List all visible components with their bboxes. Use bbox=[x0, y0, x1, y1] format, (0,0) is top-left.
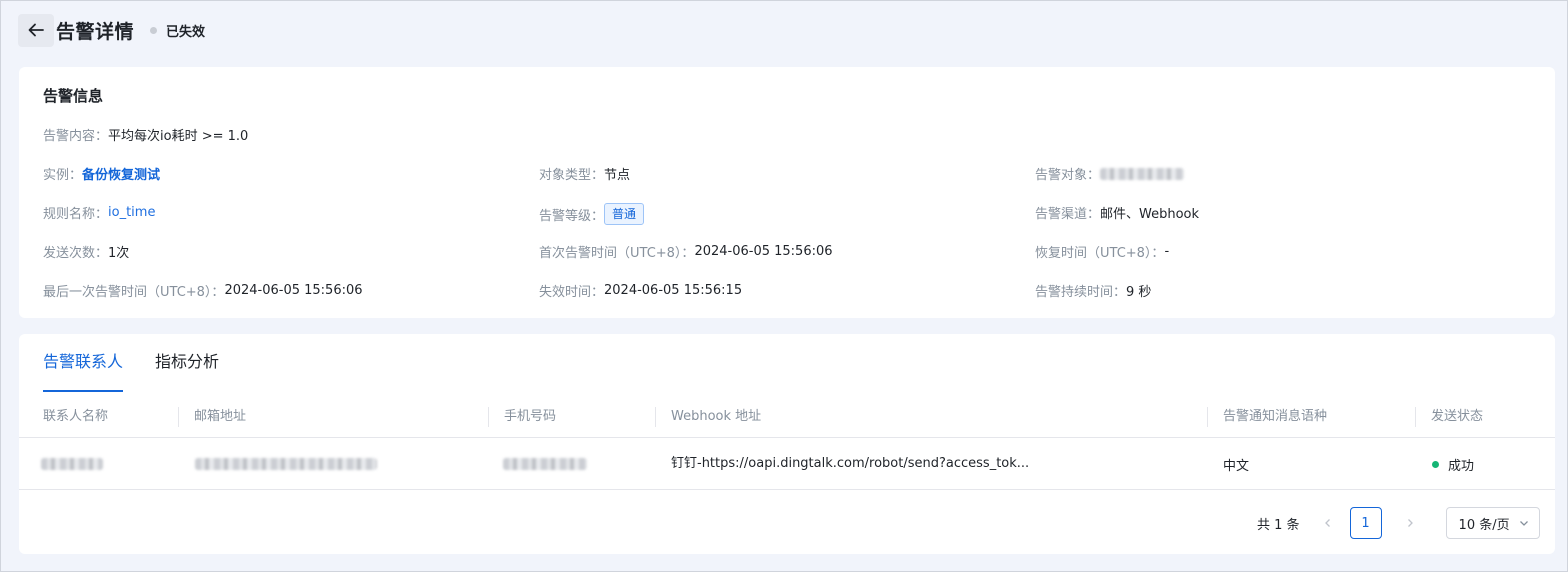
field-label: 发送次数： bbox=[43, 246, 109, 261]
level-tag: 普通 bbox=[604, 203, 645, 225]
field-value: 2024-06-05 15:56:06 bbox=[694, 244, 833, 259]
send-count-field: 发送次数： 1次 bbox=[43, 242, 129, 261]
pagination: 共 1 条 1 10 条/页 bbox=[1257, 507, 1540, 539]
field-label: 恢复时间（UTC+8）： bbox=[1035, 246, 1165, 261]
column-divider bbox=[178, 407, 179, 427]
object-type-field: 对象类型： 节点 bbox=[539, 164, 630, 183]
first-alert-time-field: 首次告警时间（UTC+8）： 2024-06-05 15:56:06 bbox=[539, 242, 833, 261]
column-header: Webhook 地址 bbox=[671, 409, 762, 424]
expire-time-field: 失效时间： 2024-06-05 15:56:15 bbox=[539, 281, 742, 300]
tab-metric-analysis[interactable]: 指标分析 bbox=[155, 352, 219, 390]
field-label: 对象类型： bbox=[539, 168, 605, 183]
alert-level-field: 告警等级： 普通 bbox=[539, 203, 645, 225]
last-alert-time-field: 最后一次告警时间（UTC+8）： 2024-06-05 15:56:06 bbox=[43, 281, 363, 300]
column-header: 联系人名称 bbox=[43, 409, 109, 424]
instance-field: 实例： 备份恢复测试 bbox=[43, 164, 160, 183]
send-status-cell: 成功 bbox=[1432, 438, 1474, 490]
next-page-button[interactable] bbox=[1394, 507, 1426, 539]
field-label: 告警对象： bbox=[1035, 168, 1101, 183]
field-value: 邮件、Webhook bbox=[1100, 207, 1200, 222]
redacted-value bbox=[503, 458, 587, 470]
chevron-left-icon bbox=[1324, 519, 1330, 527]
language-cell: 中文 bbox=[1223, 438, 1249, 490]
field-value: 1次 bbox=[108, 246, 130, 261]
page-title: 告警详情 bbox=[56, 20, 135, 43]
instance-link[interactable]: 备份恢复测试 bbox=[82, 164, 160, 183]
rule-name-field: 规则名称： io_time bbox=[43, 203, 155, 222]
field-label: 告警等级： bbox=[539, 208, 605, 224]
back-button[interactable] bbox=[18, 13, 54, 47]
redacted-value bbox=[41, 458, 103, 470]
section-title: 告警信息 bbox=[43, 87, 104, 105]
arrow-left-icon bbox=[28, 23, 44, 37]
tab-bar: 告警联系人 指标分析 bbox=[43, 352, 251, 392]
field-value: 9 秒 bbox=[1126, 285, 1152, 300]
table-row: 钉钉-https://oapi.dingtalk.com/robot/send?… bbox=[19, 438, 1555, 490]
field-label: 最后一次告警时间（UTC+8）： bbox=[43, 285, 225, 300]
chevron-right-icon bbox=[1407, 519, 1413, 527]
webhook-cell: 钉钉-https://oapi.dingtalk.com/robot/send?… bbox=[671, 438, 1029, 490]
column-divider bbox=[488, 407, 489, 427]
duration-field: 告警持续时间： 9 秒 bbox=[1035, 281, 1151, 300]
page-size-select[interactable]: 10 条/页 bbox=[1445, 507, 1540, 539]
table-header: 联系人名称 邮箱地址 手机号码 Webhook 地址 告警通知消息语种 发送状态 bbox=[19, 396, 1555, 438]
rule-link[interactable]: io_time bbox=[108, 205, 155, 220]
status-badge: 已失效 bbox=[166, 24, 206, 40]
column-divider bbox=[655, 407, 656, 427]
prev-page-button[interactable] bbox=[1312, 507, 1344, 539]
alert-channel-field: 告警渠道： 邮件、Webhook bbox=[1035, 203, 1199, 222]
contact-name-cell bbox=[41, 438, 103, 490]
recover-time-field: 恢复时间（UTC+8）： - bbox=[1035, 242, 1169, 261]
status-value: 成功 bbox=[1448, 458, 1475, 474]
column-divider bbox=[1415, 407, 1416, 427]
field-value: 2024-06-05 15:56:15 bbox=[604, 283, 743, 298]
redacted-value bbox=[195, 458, 377, 470]
field-label: 告警内容： bbox=[43, 129, 109, 144]
phone-cell bbox=[503, 438, 587, 490]
alert-object-field: 告警对象： bbox=[1035, 164, 1185, 183]
field-label: 规则名称： bbox=[43, 207, 109, 222]
webhook-url: 钉钉-https://oapi.dingtalk.com/robot/send?… bbox=[671, 456, 1030, 471]
field-value: 2024-06-05 15:56:06 bbox=[224, 283, 363, 298]
page-size-value: 10 条/页 bbox=[1458, 517, 1510, 533]
field-label: 告警持续时间： bbox=[1035, 285, 1127, 300]
contacts-card: 告警联系人 指标分析 联系人名称 邮箱地址 手机号码 Webhook 地址 告警… bbox=[19, 334, 1555, 554]
field-label: 告警渠道： bbox=[1035, 207, 1101, 222]
field-label: 实例： bbox=[43, 168, 83, 183]
column-header: 告警通知消息语种 bbox=[1223, 409, 1328, 424]
alert-info-card: 告警信息 告警内容： 平均每次io耗时 >= 1.0 实例： 备份恢复测试 对象… bbox=[19, 67, 1555, 318]
page-number-button[interactable]: 1 bbox=[1349, 507, 1382, 539]
column-divider bbox=[1207, 407, 1208, 427]
status-dot bbox=[150, 26, 158, 34]
column-header: 发送状态 bbox=[1431, 409, 1484, 424]
chevron-down-icon bbox=[1519, 521, 1528, 526]
language-value: 中文 bbox=[1223, 458, 1250, 474]
email-cell bbox=[195, 438, 377, 490]
redacted-value bbox=[1100, 167, 1185, 180]
field-value: 平均每次io耗时 >= 1.0 bbox=[108, 129, 249, 144]
column-header: 邮箱地址 bbox=[194, 409, 247, 424]
field-label: 首次告警时间（UTC+8）： bbox=[539, 246, 695, 261]
column-header: 手机号码 bbox=[504, 409, 557, 424]
field-value: - bbox=[1164, 244, 1170, 259]
field-value: 节点 bbox=[604, 168, 631, 183]
alert-content-field: 告警内容： 平均每次io耗时 >= 1.0 bbox=[43, 125, 248, 144]
tab-alert-contacts[interactable]: 告警联系人 bbox=[43, 352, 124, 392]
success-dot bbox=[1432, 460, 1439, 468]
field-label: 失效时间： bbox=[539, 285, 605, 300]
page-header: 告警详情 已失效 bbox=[18, 13, 205, 47]
total-count: 共 1 条 bbox=[1257, 517, 1300, 533]
